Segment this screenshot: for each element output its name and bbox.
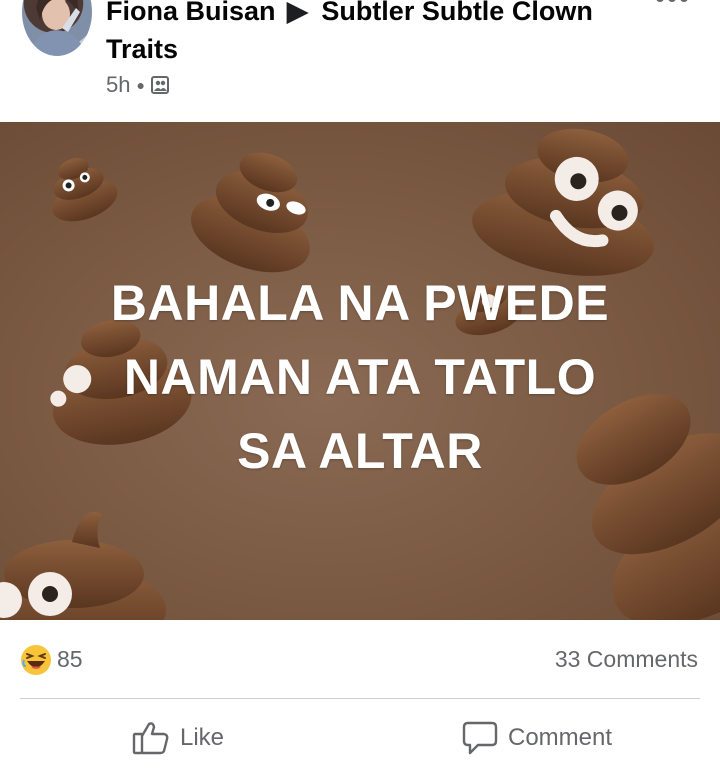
author-name[interactable]: Fiona Buisan	[106, 0, 276, 26]
comments-count[interactable]: 33 Comments	[555, 646, 698, 673]
divider	[20, 698, 700, 699]
image-caption: BAHALA NA PWEDE NAMAN ATA TATLO SA ALTAR	[0, 266, 720, 488]
post-actions: Like Comment	[0, 700, 720, 774]
post-title: Fiona Buisan ▶ Subtler Subtle Clown Trai…	[106, 0, 666, 68]
post-image[interactable]: BAHALA NA PWEDE NAMAN ATA TATLO SA ALTAR	[0, 122, 720, 620]
comment-label: Comment	[508, 724, 613, 751]
poop-emoji	[0, 511, 166, 620]
post-header: Fiona Buisan ▶ Subtler Subtle Clown Trai…	[0, 0, 720, 122]
thumbs-up-icon	[132, 722, 169, 755]
group-audience-icon	[150, 76, 169, 94]
reaction-count[interactable]: 85	[57, 646, 83, 673]
laughing-face-icon[interactable]	[20, 644, 52, 676]
caption-line: NAMAN ATA TATLO	[123, 349, 597, 405]
like-button[interactable]: Like	[132, 720, 224, 756]
poop-emoji	[52, 157, 118, 222]
comment-button[interactable]: Comment	[462, 720, 612, 756]
caption-line: BAHALA NA PWEDE	[110, 275, 610, 331]
more-options-icon[interactable]	[652, 0, 692, 8]
arrow-right-icon: ▶	[287, 0, 308, 26]
like-label: Like	[180, 724, 225, 751]
poop-emoji	[472, 128, 654, 276]
avatar[interactable]	[22, 0, 92, 56]
meta-separator: ●	[136, 77, 145, 93]
caption-line: SA ALTAR	[237, 423, 483, 479]
comment-bubble-icon	[462, 721, 498, 755]
post-stats: 85 33 Comments	[0, 620, 720, 698]
post-meta: 5h ●	[106, 72, 169, 98]
poop-emoji	[190, 152, 310, 273]
post-time[interactable]: 5h	[106, 72, 130, 98]
